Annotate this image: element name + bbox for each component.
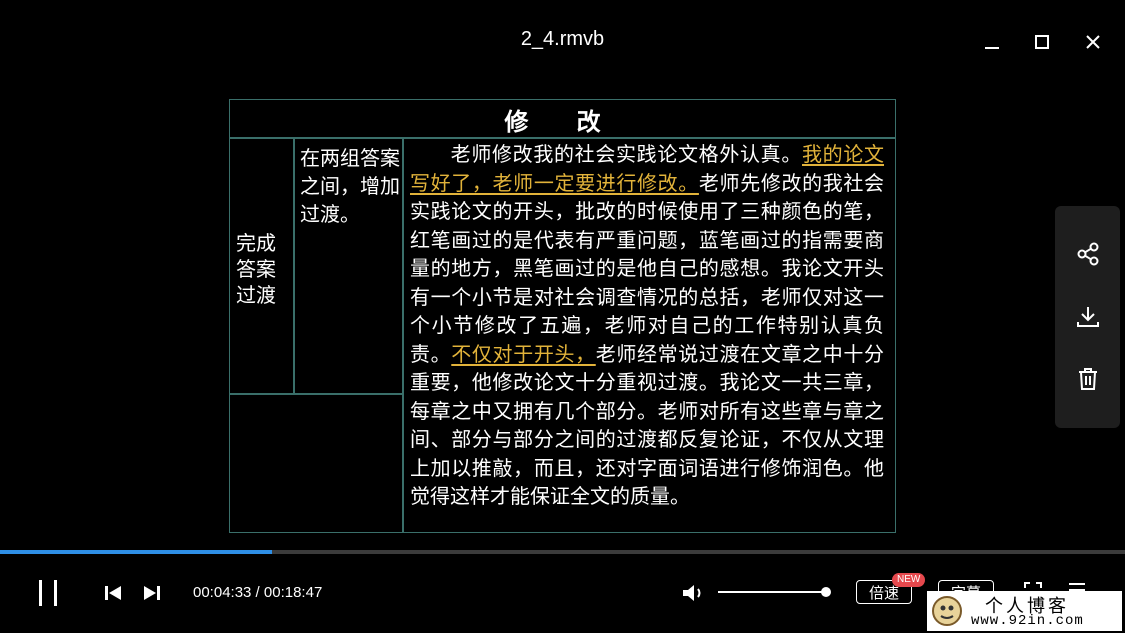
volume-slider-handle[interactable] (821, 587, 831, 597)
skip-next-icon (144, 586, 160, 600)
download-icon (1076, 307, 1099, 327)
side-panel (1055, 206, 1120, 428)
table-divider (402, 137, 404, 533)
time-display: 00:04:33 / 00:18:47 (193, 584, 323, 601)
share-button[interactable] (1055, 229, 1120, 279)
watermark: 个人博客 www.92in.com (927, 591, 1122, 631)
next-button[interactable] (139, 580, 165, 606)
volume-icon (683, 585, 701, 601)
slide-method: 在两组答案之间，增加过渡。 (300, 146, 400, 226)
previous-button[interactable] (100, 580, 126, 606)
new-badge: NEW (892, 573, 926, 587)
table-divider (293, 137, 295, 393)
maximize-icon (1035, 35, 1049, 49)
slide-body: 老师修改我的社会实践论文格外认真。我的论文写好了，老师一定要进行修改。老师先修改… (410, 140, 884, 511)
close-button[interactable] (1075, 24, 1111, 60)
download-button[interactable] (1055, 292, 1120, 342)
skip-previous-icon (105, 586, 121, 600)
seek-bar[interactable] (0, 550, 1125, 554)
delete-button[interactable] (1055, 354, 1120, 404)
body-highlight: 不仅对于开头， (451, 341, 596, 366)
trash-icon (1078, 368, 1097, 390)
minimize-icon (985, 47, 999, 49)
table-divider (230, 393, 403, 395)
window-title: 2_4.rmvb (520, 28, 605, 50)
seek-bar-played (0, 550, 273, 554)
maximize-button[interactable] (1024, 24, 1060, 60)
body-text: 老师经常说过渡在文章之中十分重要，他修改论文十分重视过渡。我论文一共三章，每章之… (410, 341, 885, 509)
slide-heading: 修 改 (504, 107, 621, 136)
volume-button[interactable] (680, 580, 708, 606)
share-icon (1077, 242, 1098, 266)
watermark-logo-icon (932, 596, 962, 626)
close-icon (1086, 35, 1100, 49)
body-text: 老师修改我的社会实践论文格外认真。 (450, 142, 802, 166)
minimize-button[interactable] (974, 24, 1010, 60)
pause-icon (39, 580, 57, 606)
body-text: 老师先修改的我社会实践论文的开头，批改的时候使用了三种颜色的笔，红笔画过的是代表… (410, 170, 885, 366)
video-frame[interactable]: 修 改 完成答案过渡 在两组答案之间，增加过渡。 老师修改我的社会实践论文格外认… (229, 99, 896, 533)
volume-slider[interactable] (718, 587, 831, 597)
watermark-url: www.92in.com (971, 613, 1084, 629)
pause-button[interactable] (30, 576, 66, 610)
slide-category: 完成答案过渡 (236, 231, 276, 307)
